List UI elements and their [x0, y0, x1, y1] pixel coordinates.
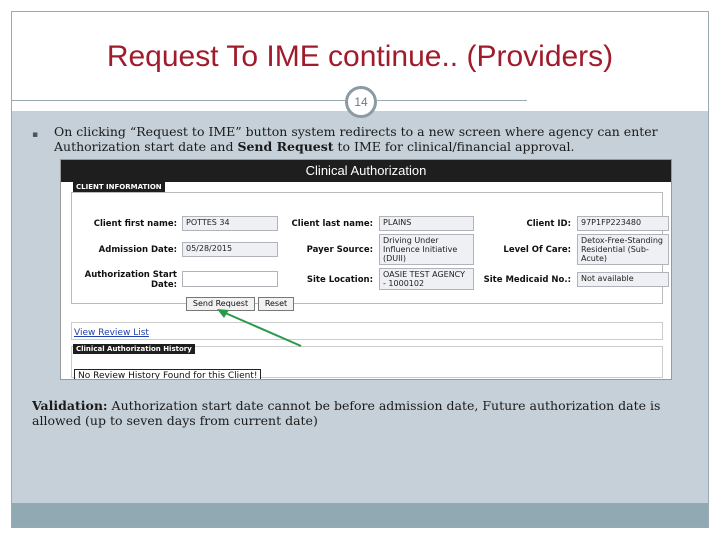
arrow-icon [217, 309, 302, 347]
bullet-text-part: to IME for clinical/financial approval. [333, 139, 575, 154]
title-rule-left [12, 100, 345, 101]
validation-label: Validation: [32, 398, 108, 413]
clinical-authorization-screenshot: Clinical Authorization CLIENT INFORMATIO… [60, 159, 672, 380]
arrow-line [222, 311, 302, 347]
bullet-icon: ▪ [32, 130, 39, 140]
slide: Request To IME continue.. (Providers) 14… [11, 11, 709, 528]
bullet-bold: Send Request [237, 139, 334, 154]
validation-note: Validation: Authorization start date can… [32, 398, 692, 428]
footer-bar [12, 503, 708, 527]
title-rule-right [377, 100, 527, 101]
slide-title: Request To IME continue.. (Providers) [106, 40, 614, 73]
page-number: 14 [345, 86, 377, 118]
bullet-text: On clicking “Request to IME” button syst… [54, 124, 694, 154]
validation-text: Authorization start date cannot be befor… [32, 398, 661, 428]
